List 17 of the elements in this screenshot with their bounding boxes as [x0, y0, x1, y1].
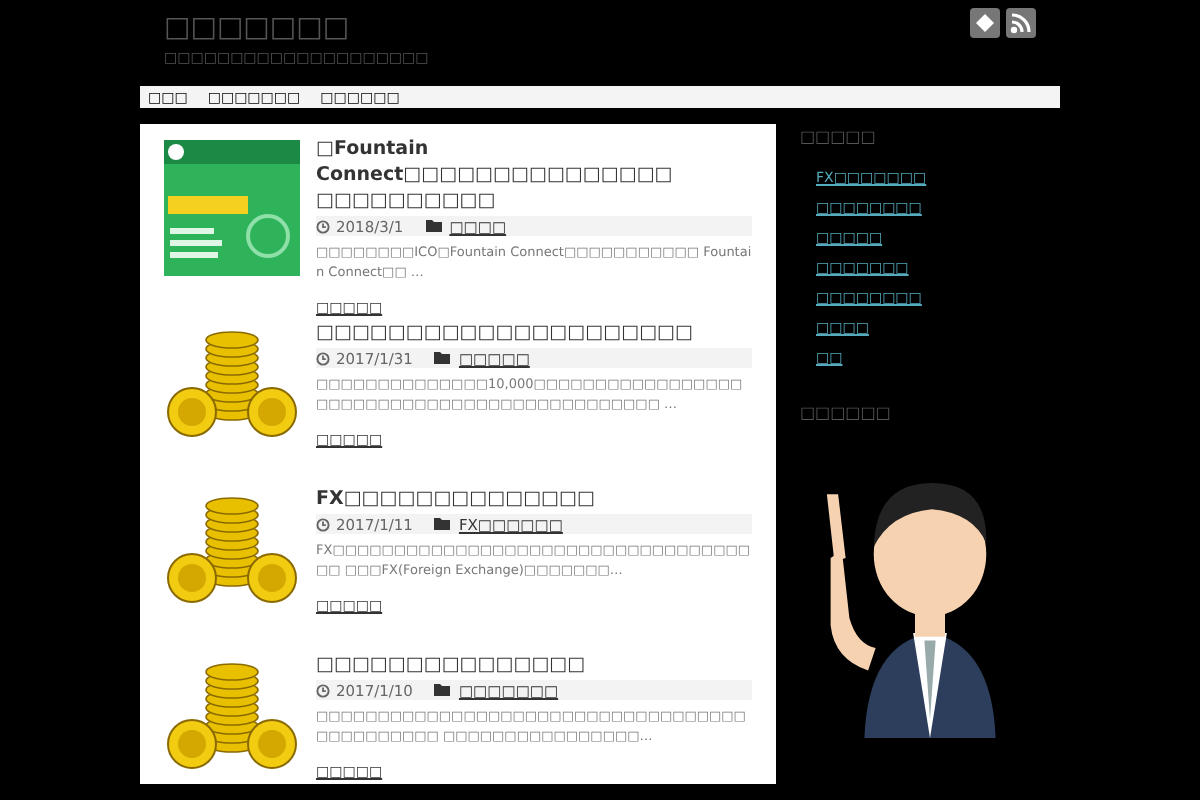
clock-icon [316, 683, 330, 697]
folder-icon [425, 220, 442, 232]
post-title[interactable]: □□□□□□□□□□□□□□□ [316, 652, 752, 678]
widget-heading: □□□□□ [800, 128, 878, 146]
clock-icon [316, 219, 330, 233]
feedly-icon[interactable] [970, 8, 1000, 38]
clock-icon [316, 351, 330, 365]
folder-icon [434, 352, 451, 364]
post-title[interactable]: □Fountain Connect□□□□□□□□□□□□□□□ □□□□□□□□□□ [316, 136, 752, 214]
rss-icon[interactable] [1006, 8, 1036, 38]
clock-icon [316, 517, 330, 531]
site-title: □□□□□□□ [164, 12, 352, 44]
post-title[interactable]: □□□□□□□□□□□□□□□□□□□□□ [316, 320, 752, 346]
widget-heading: □□□□□□ [800, 404, 893, 422]
folder-icon [434, 684, 451, 696]
post-title[interactable]: FX□□□□□□□□□□□□□□ [316, 486, 752, 512]
folder-icon [434, 518, 451, 530]
